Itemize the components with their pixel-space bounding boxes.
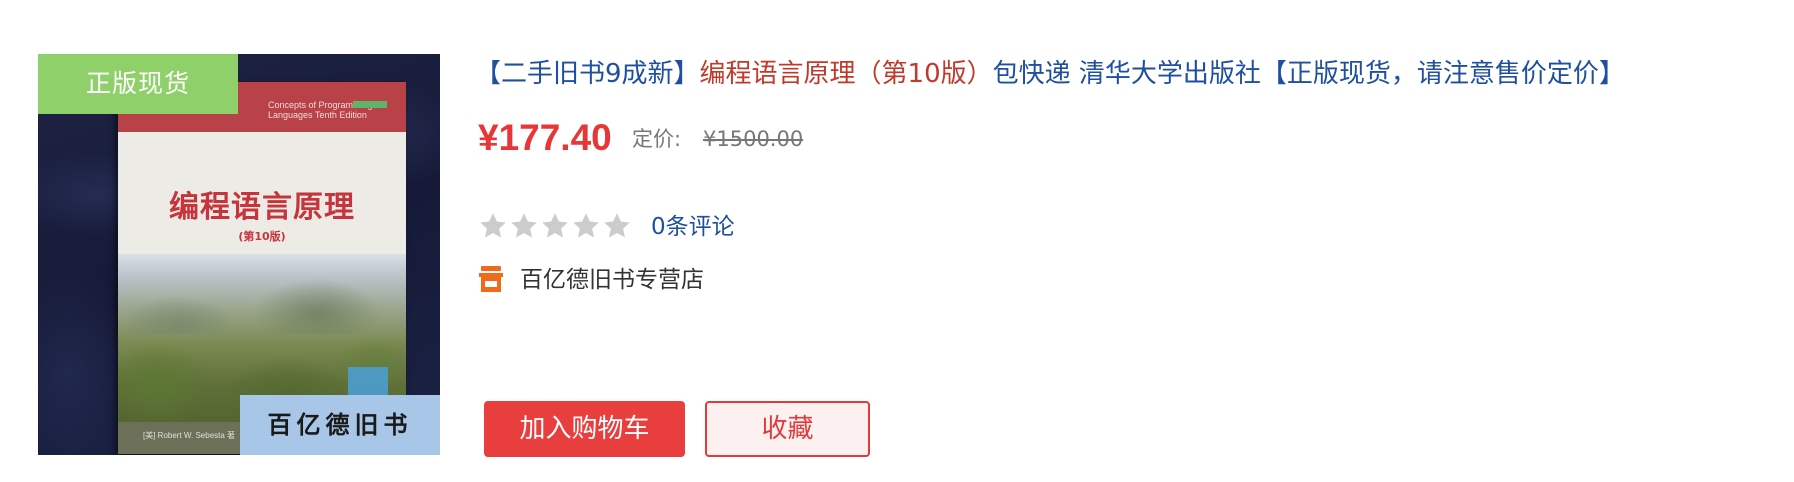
review-count-link[interactable]: 0条评论 (651, 212, 735, 242)
title-prefix: 【二手旧书9成新】 (475, 59, 700, 89)
authentic-stock-badge: 正版现货 (38, 54, 238, 114)
shop-name-link[interactable]: 百亿德旧书专营店 (520, 264, 704, 296)
product-cover-image[interactable]: Concepts of Programming Languages Tenth … (38, 54, 440, 455)
book-green-tag (353, 101, 387, 108)
current-price: ¥177.40 (478, 117, 612, 158)
book-cover-title: 编程语言原理 (169, 190, 355, 225)
product-title-link[interactable]: 【二手旧书9成新】编程语言原理（第10版）包快递 清华大学出版社【正版现货，请注… (475, 54, 1625, 94)
shop-icon (478, 264, 504, 294)
list-price-value: ¥1500.00 (703, 127, 804, 151)
star-icon (571, 211, 601, 241)
add-to-cart-button[interactable]: 加入购物车 (484, 401, 685, 457)
title-suffix: 包快递 清华大学出版社【正版现货，请注意售价定价】 (992, 59, 1625, 89)
shop-watermark-badge: 百亿德旧书 (240, 395, 440, 455)
star-icon (602, 211, 632, 241)
book-cover-author: [美] Robert W. Sebesta 著 (143, 431, 236, 440)
favorite-button[interactable]: 收藏 (705, 401, 870, 457)
rating-stars (478, 211, 632, 241)
list-price-label: 定价: (632, 127, 682, 151)
title-highlight: 编程语言原理（第10版） (699, 59, 993, 89)
book-sticker (348, 367, 388, 395)
star-icon (509, 211, 539, 241)
star-icon (540, 211, 570, 241)
product-card: Concepts of Programming Languages Tenth … (0, 0, 1794, 482)
book-cover-subtitle: (第10版) (238, 230, 286, 243)
star-icon (478, 211, 508, 241)
